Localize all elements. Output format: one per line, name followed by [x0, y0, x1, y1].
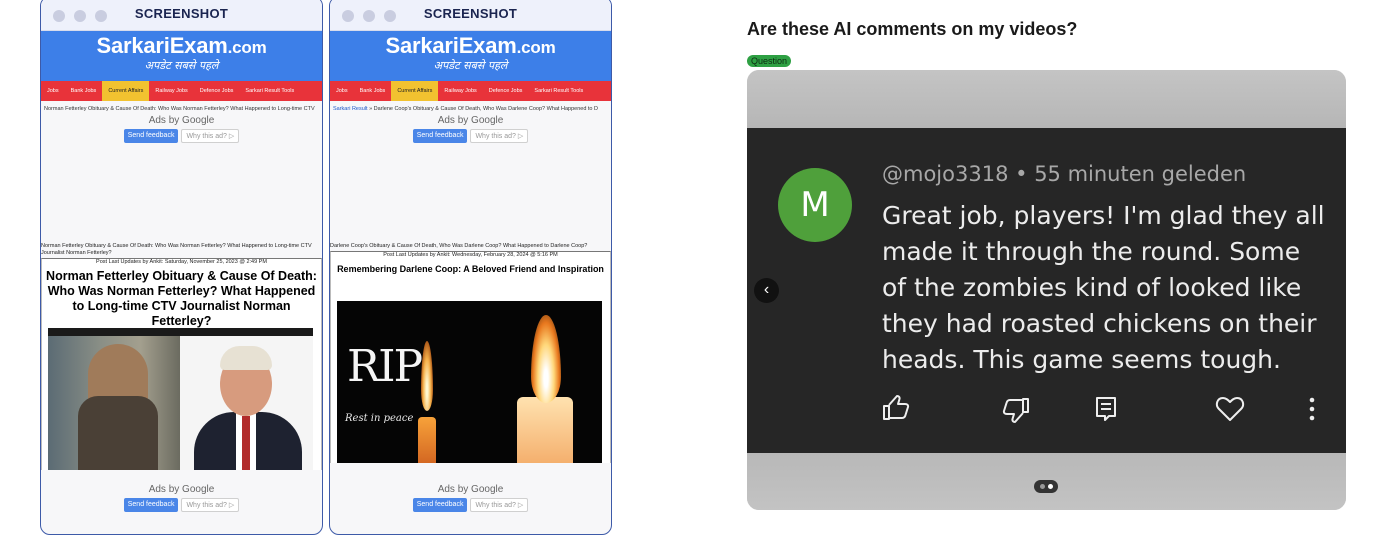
- carousel-dot[interactable]: [1039, 484, 1045, 489]
- comment-actions: [747, 394, 1346, 424]
- why-this-ad-button[interactable]: Why this ad? ▷: [181, 498, 240, 512]
- site-tagline: अपडेट सबसे पहले: [144, 59, 219, 72]
- nav-item-current-affairs[interactable]: Current Affairs: [391, 81, 439, 101]
- comment-time: 55 minuten geleden: [1034, 162, 1247, 186]
- send-feedback-button[interactable]: Send feedback: [412, 498, 468, 512]
- card-titlebar: SCREENSHOT: [330, 0, 611, 31]
- site-header: SarkariExam.com अपडेट सबसे पहले: [330, 31, 611, 81]
- article-headline: Remembering Darlene Coop: A Beloved Frie…: [337, 264, 604, 274]
- breadcrumb: Sarkari Result » Darlene Coop's Obituary…: [330, 101, 611, 115]
- ad-space: [41, 143, 322, 243]
- candle-icon: [418, 417, 436, 463]
- nav-item-current-affairs[interactable]: Current Affairs: [102, 81, 150, 101]
- send-feedback-button[interactable]: Send feedback: [123, 129, 179, 143]
- ads-block-bottom: Ads by Google Send feedback Why this ad?…: [41, 484, 322, 512]
- article-box: Post Last Updates by Ankit: Saturday, No…: [41, 258, 322, 470]
- comment-text: Great job, players! I'm glad they all ma…: [882, 201, 1325, 374]
- heart-icon: [1215, 397, 1245, 421]
- carousel-pager[interactable]: [1034, 480, 1058, 493]
- nav-item-defence-jobs[interactable]: Defence Jobs: [194, 81, 240, 101]
- site-logo[interactable]: SarkariExam.com: [41, 35, 322, 59]
- site-logo[interactable]: SarkariExam.com: [330, 35, 611, 59]
- rip-text: RIP: [347, 341, 423, 392]
- breadcrumb-current: Norman Fetterley Obituary & Cause Of Dea…: [44, 106, 315, 112]
- why-this-ad-button[interactable]: Why this ad? ▷: [470, 129, 529, 143]
- post-updated: Post Last Updates by Ankit: Saturday, No…: [96, 259, 267, 265]
- send-feedback-button[interactable]: Send feedback: [412, 129, 468, 143]
- flame-icon: [531, 315, 561, 403]
- card-titlebar: SCREENSHOT: [41, 0, 322, 31]
- question-badge: Question: [747, 55, 792, 67]
- breadcrumb-link[interactable]: Sarkari Result: [333, 106, 368, 112]
- nav-item-defence-jobs[interactable]: Defence Jobs: [483, 81, 529, 101]
- screenshot-card-2: SCREENSHOT SarkariExam.com अपडेट सबसे पह…: [329, 0, 612, 535]
- avatar: M: [778, 168, 852, 242]
- why-this-ad-button[interactable]: Why this ad? ▷: [470, 498, 529, 512]
- nav-item-railway-jobs[interactable]: Railway Jobs: [149, 81, 193, 101]
- comment-handle: @mojo3318: [882, 162, 1009, 186]
- post-title-small: Norman Fetterley Obituary & Cause Of Dea…: [41, 243, 312, 256]
- image-carousel: M @mojo3318 • 55 minuten geleden Great j…: [747, 70, 1346, 510]
- comment-meta: @mojo3318 • 55 minuten geleden: [882, 162, 1247, 186]
- post-title-small: Darlene Coop's Obituary & Cause Of Death…: [330, 243, 588, 249]
- why-this-ad-button[interactable]: Why this ad? ▷: [181, 129, 240, 143]
- article-box: Post Last Updates by Ankit: Wednesday, F…: [330, 251, 611, 463]
- reply-icon: [1096, 397, 1116, 421]
- site-navbar: Jobs Bank Jobs Current Affairs Railway J…: [330, 81, 611, 101]
- candle-icon: [517, 397, 573, 463]
- ads-label: Ads by Google: [437, 484, 504, 495]
- breadcrumb-separator: »: [369, 106, 373, 112]
- nav-item-sarkari-result-tools[interactable]: Sarkari Result Tools: [239, 81, 300, 101]
- site-tagline: अपडेट सबसे पहले: [433, 59, 508, 72]
- post-updated: Post Last Updates by Ankit: Wednesday, F…: [383, 252, 558, 258]
- ads-label: Ads by Google: [148, 484, 215, 495]
- carousel-prev-button[interactable]: ‹: [754, 278, 779, 303]
- flame-icon: [421, 341, 433, 411]
- article-photo: [48, 328, 313, 470]
- window-dots: [53, 10, 107, 22]
- ad-space: [330, 143, 611, 243]
- nav-item-sarkari-result-tools[interactable]: Sarkari Result Tools: [528, 81, 589, 101]
- screenshot-card-1: SCREENSHOT SarkariExam.com अपडेट सबसे पह…: [40, 0, 323, 535]
- thumbs-down-icon: [1002, 398, 1029, 423]
- thumbs-up-icon: [883, 395, 910, 420]
- article-headline: Norman Fetterley Obituary & Cause Of Dea…: [46, 269, 317, 328]
- site-navbar: Jobs Bank Jobs Current Affairs Railway J…: [41, 81, 322, 101]
- more-vert-icon: [1309, 397, 1315, 421]
- ads-block-bottom: Ads by Google Send feedback Why this ad?…: [330, 484, 611, 512]
- article-photo: RIP Rest in peace: [337, 301, 602, 463]
- site-header: SarkariExam.com अपडेट सबसे पहले: [41, 31, 322, 81]
- nav-item-railway-jobs[interactable]: Railway Jobs: [438, 81, 482, 101]
- rest-in-peace-text: Rest in peace: [345, 413, 414, 424]
- window-dots: [342, 10, 396, 22]
- ads-block-top: Ads by Google Send feedback Why this ad?…: [41, 115, 322, 143]
- youtube-comment: M @mojo3318 • 55 minuten geleden Great j…: [747, 128, 1346, 453]
- carousel-dot-active[interactable]: [1047, 484, 1053, 489]
- nav-item-bank-jobs[interactable]: Bank Jobs: [65, 81, 103, 101]
- send-feedback-button[interactable]: Send feedback: [123, 498, 179, 512]
- ads-label: Ads by Google: [148, 115, 215, 126]
- breadcrumb: Norman Fetterley Obituary & Cause Of Dea…: [41, 101, 322, 115]
- nav-item-bank-jobs[interactable]: Bank Jobs: [354, 81, 392, 101]
- nav-item-jobs[interactable]: Jobs: [330, 81, 354, 101]
- post-title[interactable]: Are these AI comments on my videos?: [747, 19, 1077, 40]
- ads-label: Ads by Google: [437, 115, 504, 126]
- ads-block-top: Ads by Google Send feedback Why this ad?…: [330, 115, 611, 143]
- breadcrumb-current: Darlene Coop's Obituary & Cause Of Death…: [373, 106, 598, 112]
- nav-item-jobs[interactable]: Jobs: [41, 81, 65, 101]
